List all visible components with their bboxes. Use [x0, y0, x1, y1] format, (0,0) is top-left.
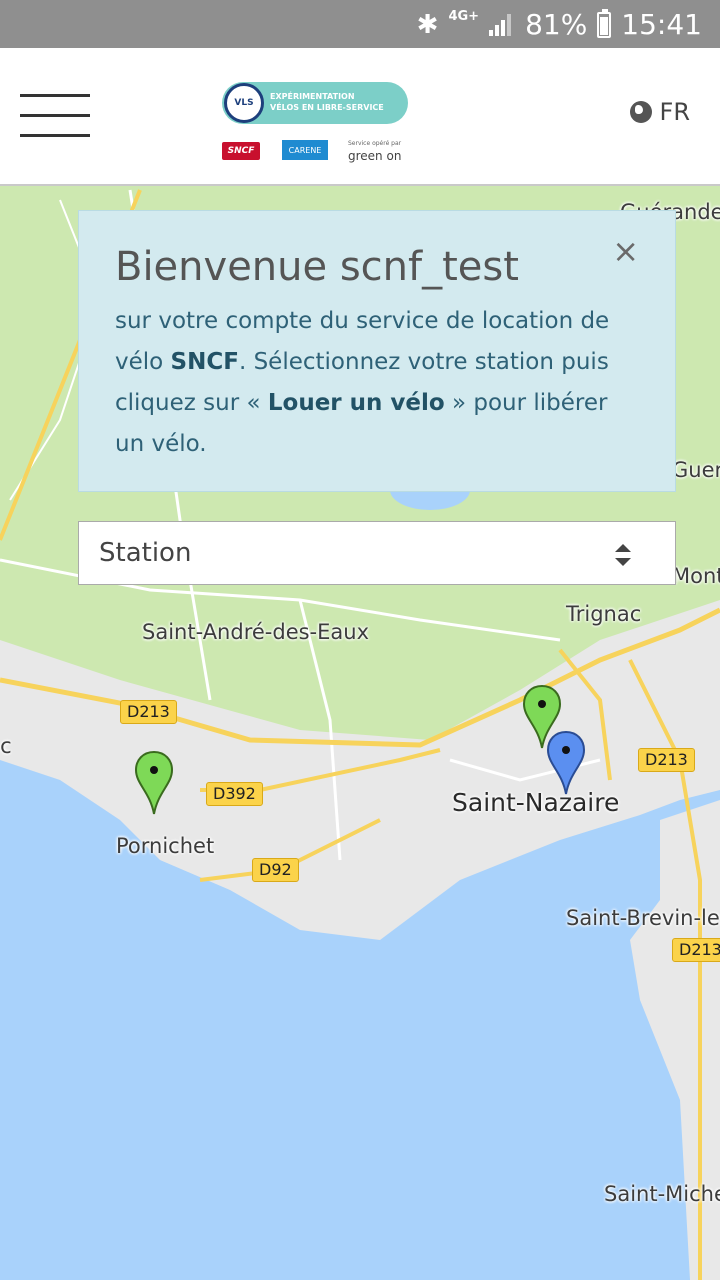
close-icon[interactable]: × — [612, 235, 639, 267]
globe-icon — [629, 101, 652, 123]
place-saint-andre: Saint-André-des-Eaux — [142, 620, 370, 644]
greenon-text: green on — [348, 149, 402, 163]
place-saint-brevin: Saint-Brevin-les-Pins — [566, 906, 720, 930]
language-label: FR — [659, 98, 690, 126]
place-montoir: Montoir-de-Bretagne — [672, 564, 720, 588]
station-select[interactable]: Station — [78, 521, 676, 585]
road-d213-south: D213 — [672, 938, 720, 962]
user-location-marker[interactable] — [546, 730, 586, 796]
select-arrows-icon — [615, 544, 631, 566]
vls-title-line2: VÉLOS EN LIBRE-SERVICE — [270, 103, 384, 112]
network-type: 4G+ — [448, 9, 480, 24]
status-bar: ✱ 4G+ 81% 15:41 — [0, 0, 720, 48]
place-guer: Guer — [672, 458, 720, 482]
vls-title: EXPÉRIMENTATION VÉLOS EN LIBRE-SERVICE — [270, 91, 384, 113]
battery-icon — [597, 8, 612, 38]
welcome-message: sur votre compte du service de location … — [115, 301, 639, 465]
welcome-action: Louer un vélo — [267, 390, 445, 416]
place-saint-michel: Saint-Michel — [604, 1182, 720, 1206]
signal-icon — [489, 13, 515, 36]
menu-icon[interactable] — [20, 94, 90, 138]
place-escoublac: La Baule-Escoublac — [0, 734, 12, 758]
vls-badge: VLS — [224, 83, 264, 123]
place-saint-nazaire: Saint-Nazaire — [452, 788, 620, 817]
vls-logo: VLS EXPÉRIMENTATION VÉLOS EN LIBRE-SERVI… — [222, 82, 408, 124]
road-d213-west: D213 — [120, 700, 177, 724]
place-pornichet: Pornichet — [116, 834, 215, 858]
logo: VLS EXPÉRIMENTATION VÉLOS EN LIBRE-SERVI… — [222, 82, 422, 168]
bluetooth-icon: ✱ — [416, 9, 439, 40]
app-header: VLS EXPÉRIMENTATION VÉLOS EN LIBRE-SERVI… — [0, 48, 720, 186]
clock: 15:41 — [621, 8, 702, 41]
greenon-logo: Service opéré par green on — [348, 138, 412, 162]
welcome-panel: Bienvenue scnf_test sur votre compte du … — [78, 210, 676, 492]
battery-percent: 81% — [525, 8, 588, 41]
station-marker-pornichet[interactable] — [134, 750, 174, 816]
welcome-title: Bienvenue scnf_test — [115, 244, 519, 290]
place-trignac: Trignac — [566, 602, 642, 626]
station-select-value: Station — [99, 538, 192, 568]
road-d392: D392 — [206, 782, 263, 806]
vls-title-line1: EXPÉRIMENTATION — [270, 92, 355, 101]
road-d92: D92 — [252, 858, 299, 882]
welcome-brand: SNCF — [170, 349, 239, 375]
language-selector[interactable]: FR — [629, 98, 690, 126]
road-d213-east: D213 — [638, 748, 695, 772]
sncf-logo: SNCF — [222, 142, 260, 160]
partner-logos: SNCF CARENE Service opéré par green on — [222, 140, 422, 166]
carene-logo: CARENE — [282, 140, 328, 160]
